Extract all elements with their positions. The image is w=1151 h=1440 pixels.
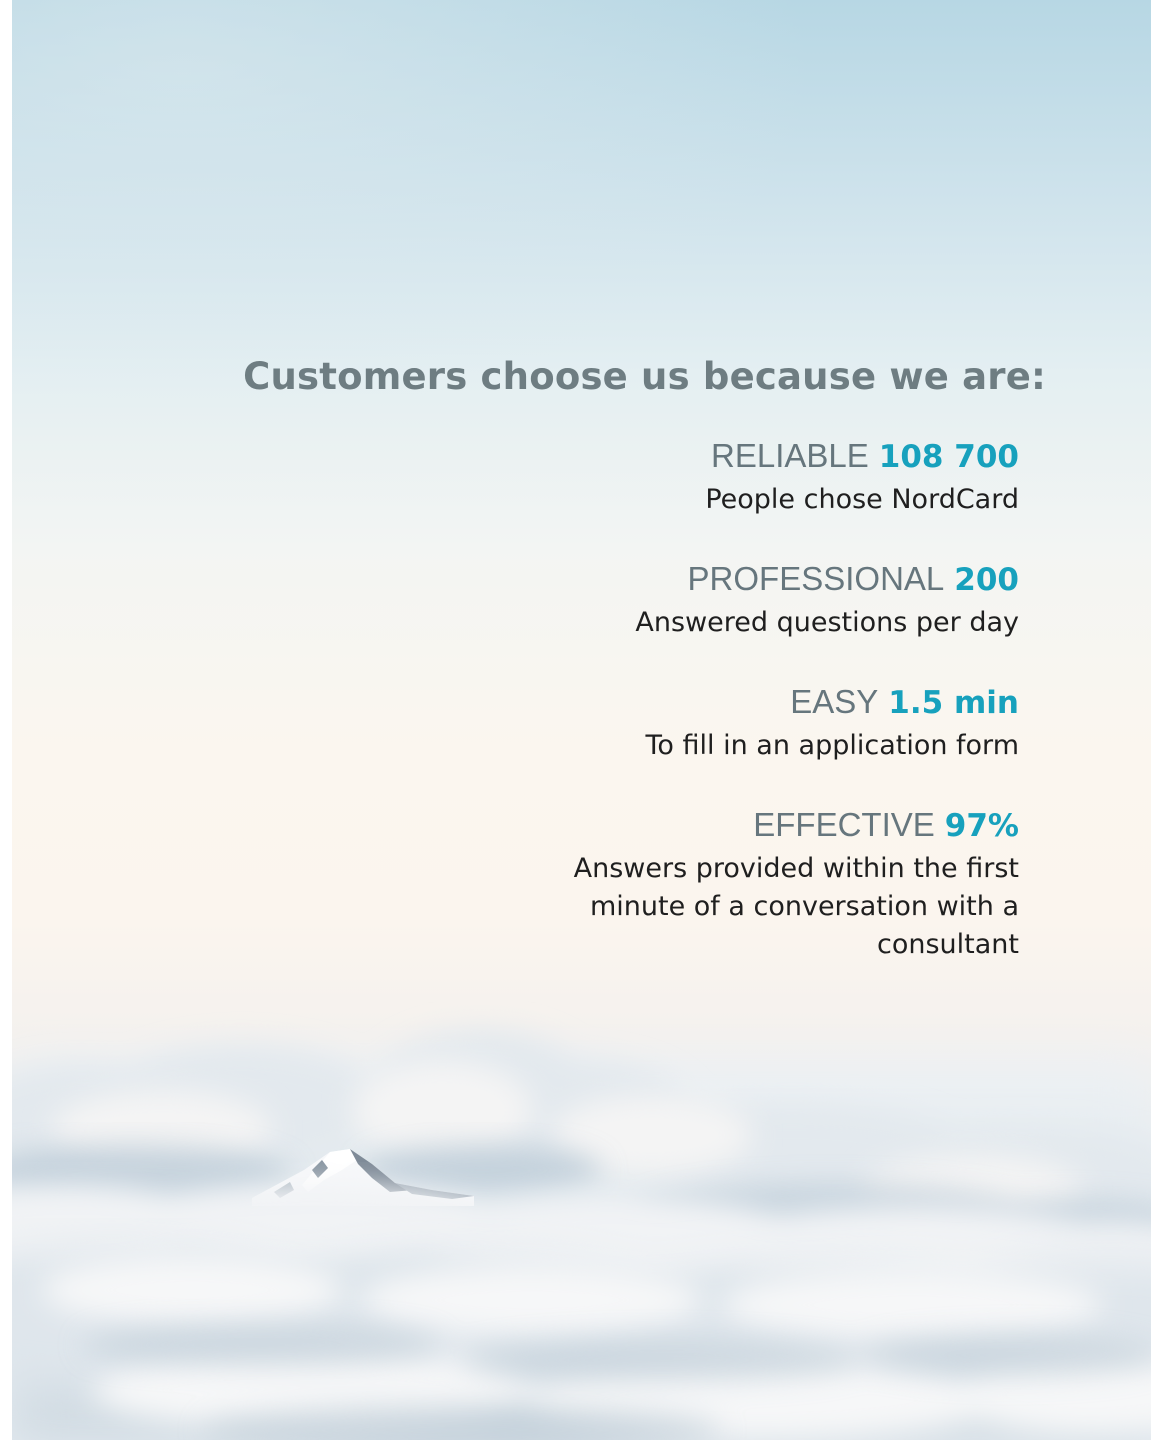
stat-value: 200 xyxy=(954,562,1019,598)
stat-header: EASY 1.5 min xyxy=(499,678,1019,727)
stat-effective: EFFECTIVE 97% Answers provided within the… xyxy=(499,801,1019,964)
stat-reliable: RELIABLE 108 700 People chose NordCard xyxy=(499,432,1019,519)
stat-value: 108 700 xyxy=(878,439,1019,475)
stat-description: People chose NordCard xyxy=(705,484,1019,515)
stat-description: Answers provided within the first minute… xyxy=(573,853,1019,960)
stat-header: RELIABLE 108 700 xyxy=(499,432,1019,481)
stat-professional: PROFESSIONAL 200 Answered questions per d… xyxy=(499,555,1019,642)
stat-label: EFFECTIVE xyxy=(753,806,935,843)
stat-description: To fill in an application form xyxy=(645,730,1019,761)
stat-header: EFFECTIVE 97% xyxy=(499,801,1019,850)
promo-page: Customers choose us because we are: RELI… xyxy=(12,0,1151,1440)
stats-list: RELIABLE 108 700 People chose NordCard PR… xyxy=(499,432,1019,1000)
stat-easy: EASY 1.5 min To fill in an application fo… xyxy=(499,678,1019,765)
stat-description: Answered questions per day xyxy=(635,607,1019,638)
stat-value: 1.5 min xyxy=(888,685,1019,721)
stat-label: EASY xyxy=(790,683,879,720)
stat-value: 97% xyxy=(944,808,1019,844)
stat-label: PROFESSIONAL xyxy=(687,560,945,597)
stat-header: PROFESSIONAL 200 xyxy=(499,555,1019,604)
page-heading: Customers choose us because we are: xyxy=(243,355,1046,398)
stat-label: RELIABLE xyxy=(711,437,869,474)
